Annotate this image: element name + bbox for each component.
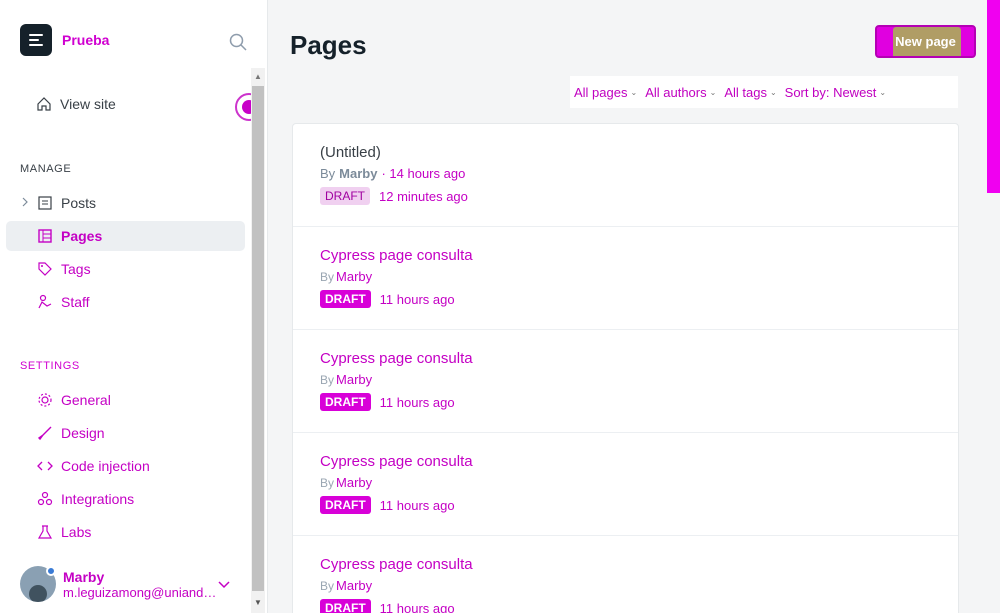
chevron-down-icon: ⌄ — [630, 87, 638, 97]
page-title-link[interactable]: Cypress page consulta — [320, 247, 958, 264]
user-email: m.leguizamong@uniandes.edu.co — [63, 584, 223, 600]
by-label: By — [320, 578, 335, 593]
gear-icon — [36, 391, 54, 409]
by-label: By — [320, 475, 335, 490]
sidebar-item-posts[interactable]: Posts — [6, 188, 245, 218]
sidebar-item-staff[interactable]: Staff — [6, 287, 245, 317]
posts-icon — [36, 194, 54, 212]
author-name: Marby — [336, 578, 373, 593]
status-badge: DRAFT — [320, 393, 371, 411]
status-badge: DRAFT — [320, 599, 371, 613]
manage-heading: MANAGE — [20, 163, 72, 175]
sidebar-item-label: Pages — [61, 228, 103, 244]
page-title-link[interactable]: Cypress page consulta — [320, 453, 958, 470]
list-item[interactable]: (Untitled) By Marby · 14 hours ago DRAFT… — [293, 124, 958, 227]
sidebar-item-label: Staff — [61, 294, 90, 310]
filter-sort-select[interactable]: Sort by: Newest ⌄ — [781, 85, 890, 100]
code-icon — [36, 457, 54, 475]
chevron-down-icon: ⌄ — [709, 87, 717, 97]
updated-time: 11 hours ago — [379, 291, 455, 307]
status-badge: DRAFT — [320, 290, 371, 308]
by-label: By — [320, 269, 335, 284]
tag-icon — [36, 260, 54, 278]
status-badge: DRAFT — [320, 187, 370, 205]
sidebar-item-label: Code injection — [61, 458, 150, 474]
list-item[interactable]: Cypress page consulta By Marby DRAFT 11 … — [293, 433, 958, 536]
brand[interactable]: Prueba — [20, 24, 109, 56]
user-name: Marby — [63, 568, 105, 585]
scroll-thumb[interactable] — [252, 86, 264, 591]
site-name: Prueba — [62, 32, 110, 48]
user-status-badge — [46, 566, 56, 576]
sidebar-item-label: Posts — [61, 195, 97, 211]
sidebar-item-general[interactable]: General — [6, 385, 245, 415]
sidebar-item-pages[interactable]: Pages — [6, 221, 245, 251]
created-time: · 14 hours ago — [381, 166, 466, 181]
settings-heading: SETTINGS — [20, 360, 80, 372]
sidebar-item-label: Labs — [61, 524, 92, 540]
integrations-icon — [36, 490, 54, 508]
filter-type-select[interactable]: All pages ⌄ — [570, 85, 641, 100]
chevron-down-icon[interactable] — [217, 580, 231, 590]
new-page-button[interactable]: New page — [875, 25, 976, 58]
chevron-down-icon: ⌄ — [769, 87, 777, 97]
site-logo-icon — [20, 24, 52, 56]
sidebar-item-label: Tags — [61, 261, 91, 277]
pages-list: (Untitled) By Marby · 14 hours ago DRAFT… — [292, 123, 959, 613]
sidebar-item-labs[interactable]: Labs — [6, 517, 245, 547]
filter-label: Sort by: Newest — [784, 84, 877, 100]
chevron-down-icon: ⌄ — [879, 87, 887, 97]
list-item[interactable]: Cypress page consulta By Marby DRAFT 11 … — [293, 227, 958, 330]
sidebar-item-design[interactable]: Design — [6, 418, 245, 448]
page-title-link[interactable]: Cypress page consulta — [320, 556, 958, 573]
pages-icon — [36, 227, 54, 245]
page-title-link[interactable]: (Untitled) — [320, 144, 958, 161]
filter-tags-select[interactable]: All tags ⌄ — [720, 85, 780, 100]
sidebar-item-label: Integrations — [61, 491, 135, 507]
filter-author-select[interactable]: All authors ⌄ — [641, 85, 720, 100]
author-name: Marby — [336, 475, 373, 490]
updated-time: 12 minutes ago — [379, 188, 468, 204]
search-icon[interactable] — [228, 32, 248, 52]
filter-bar: All pages ⌄ All authors ⌄ All tags ⌄ Sort b… — [570, 76, 958, 108]
updated-time: 11 hours ago — [379, 600, 455, 613]
by-label: By — [320, 372, 335, 387]
brush-icon — [36, 424, 54, 442]
chevron-right-icon[interactable] — [20, 197, 30, 207]
by-label: By — [320, 166, 336, 181]
status-badge: DRAFT — [320, 496, 371, 514]
list-item[interactable]: Cypress page consulta By Marby DRAFT 11 … — [293, 536, 958, 613]
list-item[interactable]: Cypress page consulta By Marby DRAFT 11 … — [293, 330, 958, 433]
updated-time: 11 hours ago — [379, 394, 455, 410]
sidebar: Prueba View site MANAGE Posts Pages Tags… — [0, 0, 268, 613]
scroll-up-arrow-icon[interactable]: ▲ — [251, 70, 265, 84]
flask-icon — [36, 523, 54, 541]
updated-time: 11 hours ago — [379, 497, 455, 513]
sidebar-item-label: General — [61, 392, 111, 408]
view-site-label: View site — [60, 96, 116, 112]
scroll-down-arrow-icon[interactable]: ▼ — [251, 596, 265, 610]
sidebar-item-code-injection[interactable]: Code injection — [6, 451, 245, 481]
sidebar-scrollbar[interactable]: ▲ ▼ — [251, 68, 265, 613]
new-page-label: New page — [895, 34, 956, 49]
author-name: Marby — [336, 269, 373, 284]
view-site-link[interactable]: View site — [36, 96, 116, 112]
filter-label: All pages — [574, 84, 628, 100]
author-name: Marby — [339, 166, 378, 181]
page-title: Pages — [290, 30, 367, 60]
sidebar-item-tags[interactable]: Tags — [6, 254, 245, 284]
page-scrollbar[interactable] — [987, 0, 1000, 193]
filter-label: All tags — [724, 84, 767, 100]
sidebar-item-label: Design — [61, 425, 105, 441]
sidebar-item-integrations[interactable]: Integrations — [6, 484, 245, 514]
page-title-link[interactable]: Cypress page consulta — [320, 350, 958, 367]
staff-icon — [36, 293, 54, 311]
author-name: Marby — [336, 372, 373, 387]
home-icon — [37, 97, 51, 111]
filter-label: All authors — [645, 84, 707, 100]
